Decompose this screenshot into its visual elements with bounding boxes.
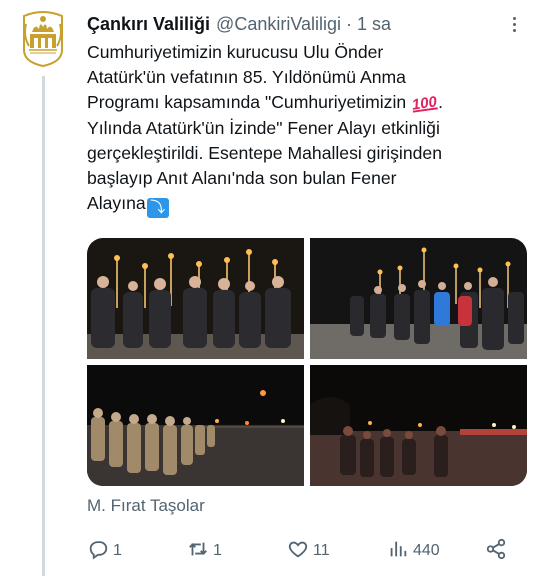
thread-line xyxy=(42,76,45,576)
tweet-time[interactable]: 1 sa xyxy=(357,14,391,35)
hundred-emoji: 100 xyxy=(410,92,438,114)
photo-credit[interactable]: M. Fırat Taşolar xyxy=(87,496,205,516)
avatar[interactable] xyxy=(20,10,66,68)
tweet-text-line: başlayıp Anıt Alanı'nda son bulan Fener xyxy=(87,167,397,188)
retweet-icon xyxy=(187,538,209,565)
tweet-text-line: Alayına ⤵ xyxy=(87,191,527,218)
share-icon xyxy=(485,538,507,565)
views-button[interactable]: 440 xyxy=(387,537,440,565)
heart-icon xyxy=(287,538,309,565)
reply-button[interactable]: 1 xyxy=(87,537,122,565)
photo-officials-torches[interactable] xyxy=(87,238,304,359)
reply-count: 1 xyxy=(113,542,122,559)
media-grid xyxy=(87,238,527,486)
like-count: 11 xyxy=(313,542,330,559)
tweet-text-line: Yılında Atatürk'ün İzinde" Fener Alayı e… xyxy=(87,118,440,139)
views-icon xyxy=(387,538,409,565)
author-handle[interactable]: @CankiriValiligi xyxy=(216,14,341,35)
retweet-button[interactable]: 1 xyxy=(187,537,222,565)
arrow-down-emoji: ⤵ xyxy=(146,197,169,218)
like-button[interactable]: 11 xyxy=(287,537,330,565)
separator-dot: · xyxy=(346,13,353,34)
tweet-text-line: Cumhuriyetimizin kurucusu Ulu Önder xyxy=(87,42,384,62)
photo-walkers-torches[interactable] xyxy=(310,238,527,359)
photo-crowd-night[interactable] xyxy=(310,365,527,486)
tweet-text-line: Programı kapsamında "Cumhuriyetimizin 10… xyxy=(87,90,527,117)
tweet-text-line: Atatürk'ün vefatının 85. Yıldönümü Anma xyxy=(87,66,406,87)
share-button[interactable] xyxy=(485,537,507,565)
view-count: 440 xyxy=(413,542,440,559)
photo-soldiers-march[interactable] xyxy=(87,365,304,486)
reply-icon xyxy=(87,538,109,565)
author-name[interactable]: Çankırı Valiliği xyxy=(87,14,210,35)
tweet-text: Cumhuriyetimizin kurucusu Ulu Önder Atat… xyxy=(87,40,527,218)
retweet-count: 1 xyxy=(213,542,222,559)
tweet-header: Çankırı Valiliği @CankiriValiligi · 1 sa xyxy=(87,12,524,36)
action-bar: 1 1 11 440 xyxy=(87,537,527,565)
more-icon[interactable] xyxy=(504,14,524,34)
tweet-text-line: gerçekleştirildi. Esentepe Mahallesi gir… xyxy=(87,143,442,164)
